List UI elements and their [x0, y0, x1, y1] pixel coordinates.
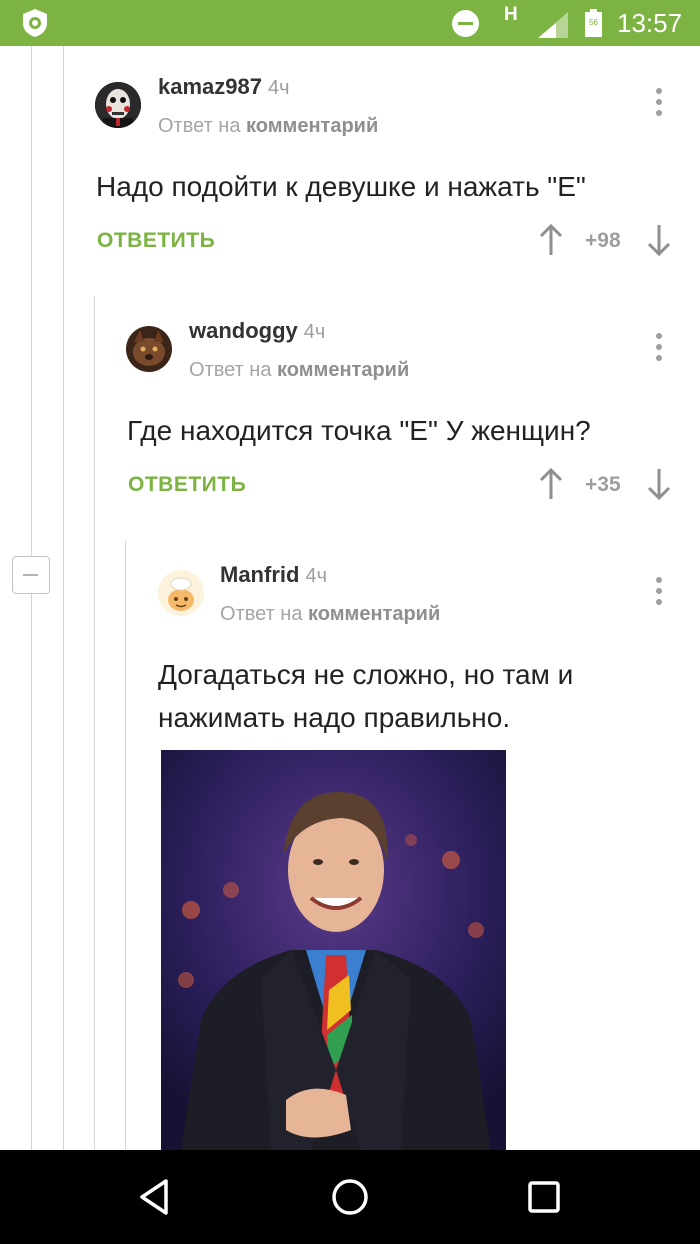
- comment-age: 4ч: [305, 565, 327, 587]
- comment-text: Надо подойти к девушке и нажать "Е": [96, 171, 586, 202]
- pikabu-logo-icon: [23, 9, 47, 37]
- comment-age: 4ч: [267, 77, 290, 99]
- comment-author[interactable]: Manfrid 4ч: [220, 562, 327, 588]
- author-name[interactable]: Manfrid: [220, 562, 299, 587]
- comment-rating: +35: [585, 473, 621, 496]
- author-name[interactable]: kamaz987: [158, 74, 262, 99]
- comment-image[interactable]: [161, 750, 506, 1150]
- thread-line: [31, 46, 32, 556]
- reply-target-link[interactable]: комментарий: [277, 359, 409, 381]
- comment-author[interactable]: wandoggy 4ч: [189, 318, 325, 344]
- comment-text: Где находится точка "Е" У женщин?: [127, 415, 591, 446]
- arrow-up-icon[interactable]: [539, 224, 563, 256]
- battery-level: 56: [589, 18, 598, 27]
- more-vertical-icon[interactable]: [655, 333, 663, 363]
- home-circle-icon[interactable]: [327, 1174, 373, 1220]
- comment-text-line: нажимать надо правильно.: [158, 702, 511, 733]
- avatar-default-image: [158, 570, 204, 616]
- reply-target-link[interactable]: комментарий: [246, 115, 378, 137]
- comment-author[interactable]: kamaz987 4ч: [158, 74, 290, 100]
- avatar-dog-image: [126, 326, 172, 372]
- thread-line: [63, 46, 64, 1150]
- author-name[interactable]: wandoggy: [189, 318, 298, 343]
- signal-icon: [538, 12, 568, 38]
- recent-square-icon[interactable]: [521, 1174, 567, 1220]
- more-vertical-icon[interactable]: [655, 577, 663, 607]
- avatar[interactable]: [95, 82, 141, 128]
- do-not-disturb-icon: [452, 10, 479, 37]
- arrow-up-icon[interactable]: [539, 468, 563, 500]
- reply-info: Ответ на комментарий: [189, 359, 410, 381]
- reply-button[interactable]: ОТВЕТИТЬ: [97, 229, 215, 253]
- avatar[interactable]: [158, 570, 204, 616]
- battery-icon: 56: [585, 9, 602, 37]
- arrow-down-icon[interactable]: [647, 468, 671, 500]
- thread-line: [31, 594, 32, 1150]
- comment-text-line: Догадаться не сложно, но там и: [158, 659, 574, 690]
- navigation-bar: [0, 1150, 700, 1244]
- network-type: H: [504, 4, 518, 25]
- back-triangle-icon[interactable]: [133, 1174, 179, 1220]
- reply-info: Ответ на комментарий: [158, 115, 379, 137]
- clock: 13:57: [617, 8, 683, 38]
- thread-line: [125, 541, 126, 1150]
- avatar[interactable]: [126, 326, 172, 372]
- more-vertical-icon[interactable]: [655, 88, 663, 118]
- reply-target-link[interactable]: комментарий: [308, 603, 440, 625]
- comment-age: 4ч: [303, 321, 326, 343]
- man-in-suit-photo: [161, 750, 506, 1150]
- reply-info: Ответ на комментарий: [220, 603, 441, 625]
- status-bar: H 56 13:57: [0, 0, 700, 46]
- arrow-down-icon[interactable]: [647, 224, 671, 256]
- thread-line: [94, 296, 95, 1150]
- reply-button[interactable]: ОТВЕТИТЬ: [128, 473, 246, 497]
- avatar-jigsaw-image: [95, 82, 141, 128]
- collapse-minus-icon[interactable]: [12, 556, 50, 594]
- comment-rating: +98: [585, 229, 621, 252]
